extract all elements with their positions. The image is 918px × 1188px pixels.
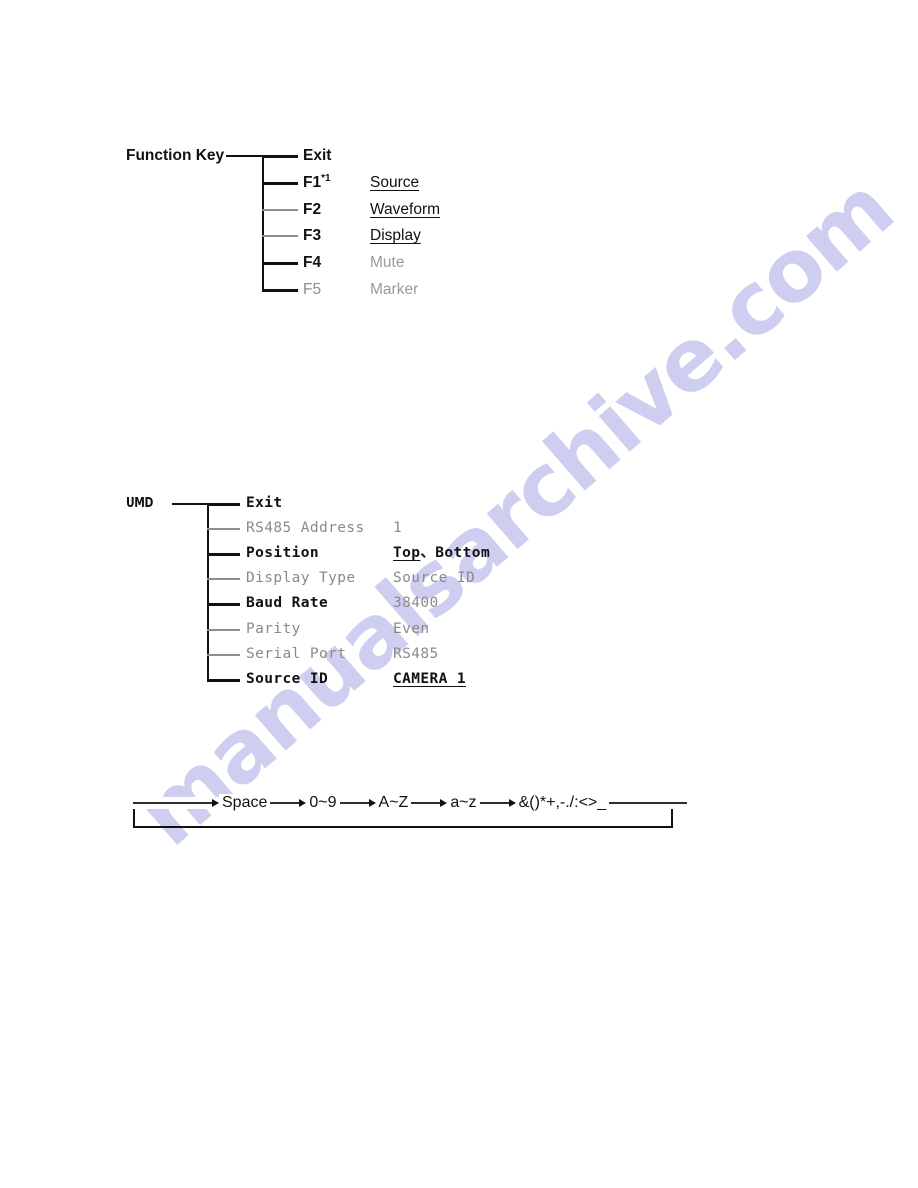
charset-item-2: A~Z bbox=[375, 794, 412, 812]
charset-item-3: a~z bbox=[447, 794, 480, 812]
charset-item-0: Space bbox=[219, 794, 271, 812]
flow-arrow bbox=[133, 797, 219, 809]
flow-arrow bbox=[479, 797, 516, 809]
charset-item-4: &()*+,-./:<>_ bbox=[515, 794, 610, 812]
character-set-flow-diagram: Space 0~9 A~Z a~z &()*+,-./:<>_ bbox=[0, 0, 918, 900]
flow-arrow bbox=[411, 797, 448, 809]
flow-arrow bbox=[270, 797, 307, 809]
flow-line bbox=[609, 797, 688, 809]
charset-item-1: 0~9 bbox=[306, 794, 340, 812]
character-set-flow-row: Space 0~9 A~Z a~z &()*+,-./:<>_ bbox=[133, 792, 688, 814]
flow-arrow bbox=[339, 797, 376, 809]
